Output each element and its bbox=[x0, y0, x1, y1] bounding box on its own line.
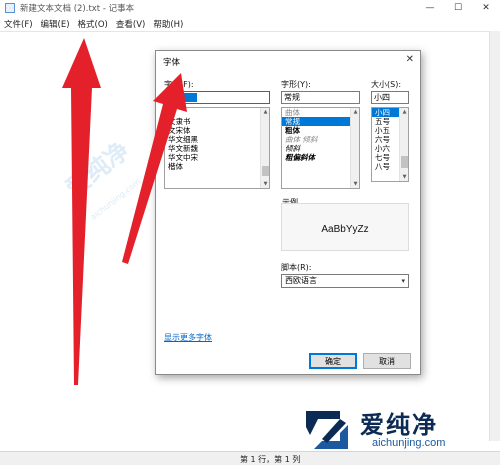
list-item[interactable]: 曲体 bbox=[282, 108, 359, 117]
font-list[interactable]: 体文隶书 文宋体 华文细黑 华文新魏 华文中宋 楷体 ▲ ▼ bbox=[164, 107, 270, 189]
editor-scrollbar[interactable] bbox=[489, 31, 500, 441]
list-item[interactable]: 体 bbox=[165, 108, 269, 117]
list-item[interactable]: 华文新魏 bbox=[165, 144, 269, 153]
cursor-position: 第 1 行，第 1 列 bbox=[240, 455, 301, 464]
font-input-selection bbox=[167, 93, 197, 102]
size-list[interactable]: 小四 五号 小五 六号 小六 七号 八号 ▲ ▼ bbox=[371, 107, 409, 182]
font-label: 字体(F): bbox=[164, 80, 194, 89]
scroll-thumb[interactable] bbox=[401, 156, 408, 168]
style-input[interactable]: 常规 bbox=[281, 91, 360, 104]
size-list-scrollbar[interactable]: ▲ ▼ bbox=[399, 108, 408, 181]
menu-view[interactable]: 查看(V) bbox=[112, 18, 149, 30]
scroll-thumb[interactable] bbox=[262, 166, 269, 176]
list-item[interactable]: 文隶书 bbox=[165, 117, 269, 126]
list-item[interactable]: 楷体 bbox=[165, 162, 269, 171]
font-list-scrollbar[interactable]: ▲ ▼ bbox=[260, 108, 269, 188]
notepad-titlebar: 新建文本文档 (2).txt - 记事本 — ☐ ✕ bbox=[0, 0, 500, 16]
size-label: 大小(S): bbox=[371, 80, 402, 89]
size-input[interactable]: 小四 bbox=[371, 91, 409, 104]
style-label: 字形(Y): bbox=[281, 80, 311, 89]
list-item[interactable]: 倾斜 bbox=[282, 144, 359, 153]
list-item[interactable]: 常规 bbox=[282, 117, 359, 126]
list-item[interactable]: 粗体 bbox=[282, 126, 359, 135]
list-item[interactable]: 文宋体 bbox=[165, 126, 269, 135]
style-list[interactable]: 曲体 常规 粗体 曲体 倾斜 倾斜 粗偏斜体 ▲ ▼ bbox=[281, 107, 360, 189]
font-dialog: 字体 ✕ 字体(F): 体文隶书 文宋体 华文细黑 华文新魏 华文中宋 楷体 ▲ ▼ 字形… bbox=[155, 50, 421, 375]
window-controls: — ☐ ✕ bbox=[416, 0, 500, 16]
brand-name: 爱纯净 bbox=[360, 411, 438, 439]
list-item[interactable]: 曲体 倾斜 bbox=[282, 135, 359, 144]
style-list-scrollbar[interactable]: ▲ ▼ bbox=[350, 108, 359, 188]
menu-format[interactable]: 格式(O) bbox=[74, 18, 112, 30]
sample-box: AaBbYyZz bbox=[281, 203, 409, 251]
chevron-down-icon: ▾ bbox=[401, 277, 405, 285]
notepad-icon bbox=[5, 3, 15, 13]
scroll-up-arrow-icon[interactable]: ▲ bbox=[400, 108, 408, 116]
cancel-button[interactable]: 取消 bbox=[363, 353, 411, 369]
close-button[interactable]: ✕ bbox=[472, 0, 500, 16]
list-item[interactable]: 华文中宋 bbox=[165, 153, 269, 162]
scroll-up-arrow-icon[interactable]: ▲ bbox=[351, 108, 359, 116]
brand-mark-icon bbox=[306, 411, 348, 449]
dialog-title: 字体 bbox=[163, 58, 181, 68]
script-label: 脚本(R): bbox=[281, 263, 312, 272]
menu-help[interactable]: 帮助(H) bbox=[149, 18, 187, 30]
brand-logo: 爱纯净 aichunjing.com bbox=[300, 405, 500, 455]
scroll-down-arrow-icon[interactable]: ▼ bbox=[351, 180, 359, 188]
show-more-fonts-link[interactable]: 显示更多字体 bbox=[164, 332, 212, 343]
ok-button[interactable]: 确定 bbox=[309, 353, 357, 369]
brand-url: aichunjing.com bbox=[372, 437, 446, 449]
menu-edit[interactable]: 编辑(E) bbox=[37, 18, 74, 30]
dialog-titlebar: 字体 ✕ bbox=[156, 51, 420, 69]
menu-file[interactable]: 文件(F) bbox=[0, 18, 37, 30]
scroll-down-arrow-icon[interactable]: ▼ bbox=[261, 180, 269, 188]
menu-bar: 文件(F) 编辑(E) 格式(O) 查看(V) 帮助(H) bbox=[0, 16, 500, 31]
list-item[interactable]: 华文细黑 bbox=[165, 135, 269, 144]
list-item[interactable]: 粗偏斜体 bbox=[282, 153, 359, 162]
font-input[interactable] bbox=[164, 91, 270, 104]
scroll-down-arrow-icon[interactable]: ▼ bbox=[400, 173, 408, 181]
maximize-button[interactable]: ☐ bbox=[444, 0, 472, 16]
dialog-close-button[interactable]: ✕ bbox=[406, 54, 414, 65]
script-select[interactable]: 西欧语言 ▾ bbox=[281, 274, 409, 288]
window-title: 新建文本文档 (2).txt - 记事本 bbox=[20, 4, 135, 14]
scroll-up-arrow-icon[interactable]: ▲ bbox=[261, 108, 269, 116]
minimize-button[interactable]: — bbox=[416, 0, 444, 16]
sample-text: AaBbYyZz bbox=[321, 224, 369, 235]
